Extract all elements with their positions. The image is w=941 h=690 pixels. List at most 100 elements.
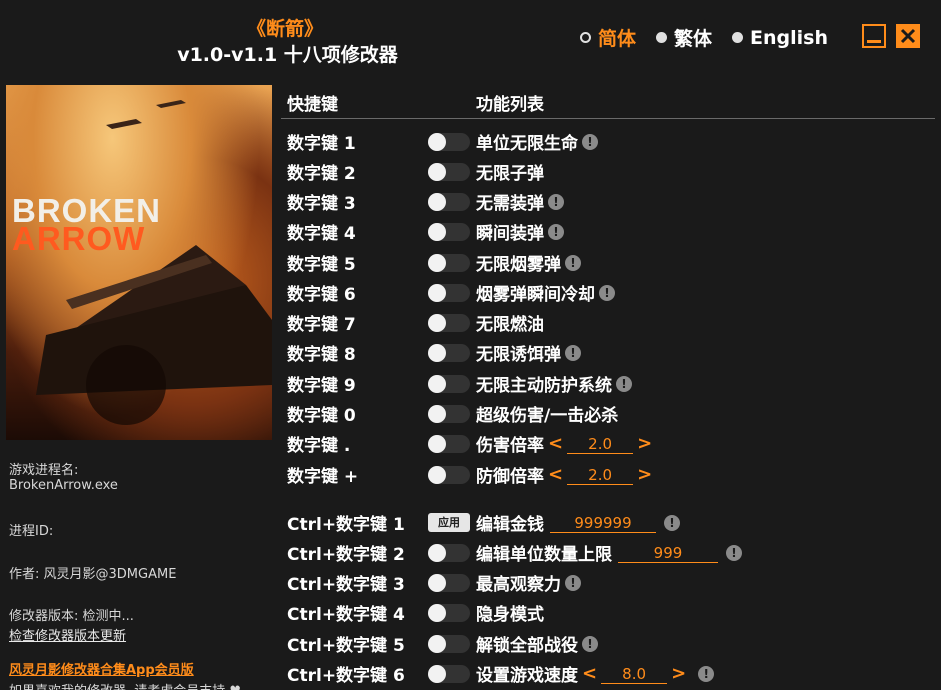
feature-label: 无限子弹 — [476, 164, 544, 184]
value-input[interactable]: 999 — [618, 543, 718, 563]
feature-toggle[interactable] — [428, 375, 470, 393]
decrease-arrow-icon[interactable]: < — [548, 464, 563, 485]
lang-option-english[interactable]: English — [732, 27, 828, 49]
feature-row: 数字键 7 无限燃油 — [281, 306, 935, 336]
lang-option-simplified[interactable]: 简体 — [580, 24, 636, 51]
hotkey-label: Ctrl+数字键 5 — [287, 636, 405, 656]
decrease-arrow-icon[interactable]: < — [548, 433, 563, 454]
hotkey-label: 数字键 9 — [287, 376, 356, 396]
feature-item: 编辑金钱 999999! — [476, 510, 680, 535]
decrease-arrow-icon[interactable]: < — [582, 663, 597, 684]
trainer-version: 修改器版本: 检测中... — [9, 609, 134, 624]
feature-row: 数字键 + 防御倍率 <2.0 > — [281, 458, 935, 488]
value-input[interactable]: 8.0 — [601, 664, 668, 684]
feature-item: 最高观察力! — [476, 570, 581, 595]
feature-label: 超级伤害/一击必杀 — [476, 406, 619, 426]
hotkey-label: 数字键 2 — [287, 164, 356, 184]
hotkey-label: Ctrl+数字键 1 — [287, 515, 405, 535]
lang-label: 繁体 — [674, 28, 713, 50]
feature-toggle[interactable] — [428, 163, 470, 181]
lang-label: 简体 — [598, 28, 637, 50]
feature-item: 无限主动防护系统! — [476, 371, 632, 396]
info-icon[interactable]: ! — [548, 223, 564, 240]
close-icon — [900, 28, 916, 44]
info-icon[interactable]: ! — [698, 665, 715, 682]
lang-option-traditional[interactable]: 繁体 — [656, 24, 712, 51]
feature-item: 无需装弹! — [476, 189, 564, 214]
feature-toggle[interactable] — [428, 344, 470, 362]
feature-label: 设置游戏速度 — [476, 666, 578, 686]
feature-row: Ctrl+数字键 4 隐身模式 — [281, 596, 935, 626]
check-update-link[interactable]: 检查修改器版本更新 — [9, 625, 126, 644]
feature-toggle[interactable] — [428, 544, 470, 562]
increase-arrow-icon[interactable]: > — [637, 433, 652, 454]
feature-toggle[interactable] — [428, 466, 470, 484]
col-hotkey-header: 快捷键 — [287, 95, 338, 115]
info-icon[interactable]: ! — [582, 635, 598, 652]
feature-toggle[interactable] — [428, 284, 470, 302]
feature-row: 数字键 6 烟雾弹瞬间冷却! — [281, 276, 935, 306]
feature-row: 数字键 3 无需装弹! — [281, 185, 935, 215]
feature-label: 隐身模式 — [476, 605, 544, 625]
info-icon[interactable]: ! — [565, 254, 581, 271]
info-icon[interactable]: ! — [565, 574, 581, 591]
cover-artwork — [36, 100, 272, 425]
feature-toggle[interactable] — [428, 133, 470, 151]
minimize-button[interactable] — [862, 24, 886, 48]
feature-row: 数字键 2 无限子弹 — [281, 155, 935, 185]
sidebar: BROKEN ARROW 游戏进程名: BrokenArrow.exe 进程ID… — [0, 85, 280, 690]
increase-arrow-icon[interactable]: > — [637, 464, 652, 485]
header: 《断箭》 v1.0-v1.1 十八项修改器 简体 繁体 English — [0, 0, 941, 80]
info-icon[interactable]: ! — [664, 514, 680, 531]
hotkey-label: 数字键 1 — [287, 134, 356, 154]
value-input[interactable]: 2.0 — [567, 434, 634, 454]
author-text: 作者: 风灵月影@3DMGAME — [9, 567, 177, 582]
feature-label: 无限燃油 — [476, 315, 544, 335]
increase-arrow-icon[interactable]: > — [671, 663, 686, 684]
feature-item: 无限烟雾弹! — [476, 250, 581, 275]
feature-toggle[interactable] — [428, 604, 470, 622]
feature-label: 编辑金钱 — [476, 515, 544, 535]
info-icon[interactable]: ! — [599, 284, 615, 301]
feature-toggle[interactable] — [428, 665, 470, 683]
feature-row: Ctrl+数字键 3 最高观察力! — [281, 566, 935, 596]
feature-item: 伤害倍率 <2.0 > — [476, 431, 656, 456]
cover-logo-line2: ARROW — [12, 220, 146, 257]
info-icon[interactable]: ! — [726, 544, 742, 561]
close-button[interactable] — [896, 24, 920, 48]
feature-toggle[interactable] — [428, 223, 470, 241]
radio-icon[interactable] — [732, 32, 744, 43]
support-text: 如果喜欢我的修改器, 请考虑会员支持 ♥ — [9, 680, 279, 690]
feature-toggle[interactable] — [428, 635, 470, 653]
feature-row: Ctrl+数字键 5 解锁全部战役! — [281, 627, 935, 657]
info-icon[interactable]: ! — [548, 193, 564, 210]
feature-label: 无限诱饵弹 — [476, 345, 561, 365]
apply-button[interactable]: 应用 — [428, 513, 470, 532]
feature-toggle[interactable] — [428, 254, 470, 272]
feature-toggle[interactable] — [428, 574, 470, 592]
info-icon[interactable]: ! — [582, 133, 598, 150]
feature-row: Ctrl+数字键 1 应用 编辑金钱 999999! — [281, 506, 935, 536]
radio-icon[interactable] — [656, 32, 668, 43]
game-cover-image: BROKEN ARROW — [6, 85, 272, 440]
hotkey-label: 数字键 6 — [287, 285, 356, 305]
process-value: BrokenArrow.exe — [9, 478, 118, 493]
feature-toggle[interactable] — [428, 193, 470, 211]
hotkey-label: Ctrl+数字键 3 — [287, 575, 405, 595]
feature-item: 超级伤害/一击必杀 — [476, 401, 618, 426]
hotkey-label: 数字键 7 — [287, 315, 356, 335]
info-icon[interactable]: ! — [565, 344, 581, 361]
feature-item: 无限诱饵弹! — [476, 340, 581, 365]
feature-toggle[interactable] — [428, 405, 470, 423]
value-input[interactable]: 999999 — [550, 513, 656, 533]
feature-label: 无限烟雾弹 — [476, 255, 561, 275]
feature-item: 无限燃油 — [476, 310, 544, 335]
feature-label: 伤害倍率 — [476, 436, 544, 456]
feature-toggle[interactable] — [428, 435, 470, 453]
feature-label: 编辑单位数量上限 — [476, 545, 612, 565]
info-icon[interactable]: ! — [616, 375, 632, 392]
radio-selected-icon[interactable] — [580, 32, 591, 43]
promo-link[interactable]: 风灵月影修改器合集App会员版 — [9, 659, 194, 678]
feature-toggle[interactable] — [428, 314, 470, 332]
value-input[interactable]: 2.0 — [567, 465, 634, 485]
